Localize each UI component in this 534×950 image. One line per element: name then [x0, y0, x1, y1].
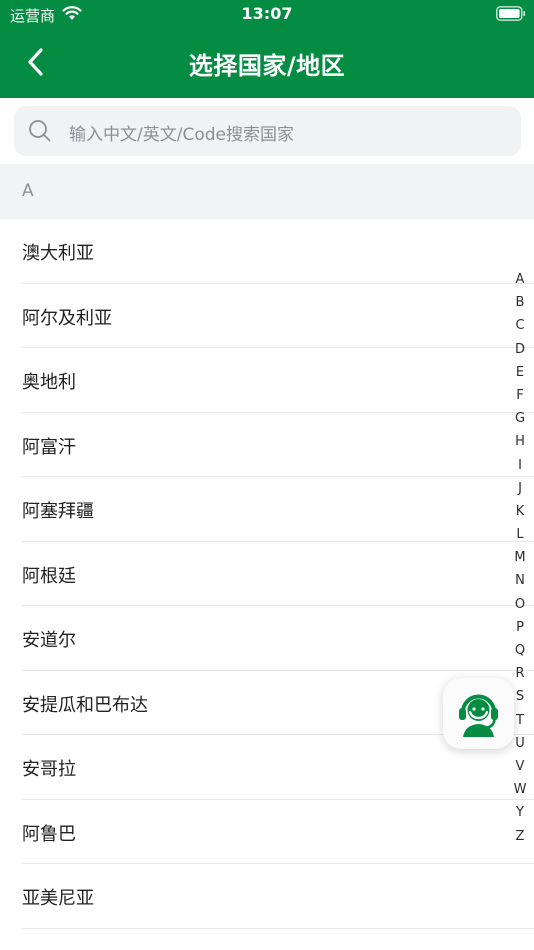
country-row[interactable]: 亚美尼亚 [0, 864, 534, 929]
index-letter[interactable]: J [509, 477, 531, 500]
index-letter[interactable]: O [509, 593, 531, 616]
country-name: 阿鲁巴 [22, 823, 76, 845]
index-letter[interactable]: V [509, 755, 531, 778]
index-letter[interactable]: C [509, 314, 531, 337]
clock: 13:07 [241, 4, 293, 23]
index-letter[interactable]: K [509, 500, 531, 523]
country-name: 亚美尼亚 [22, 888, 94, 909]
index-letter[interactable]: D [509, 338, 531, 361]
alphabet-index[interactable]: ABCDEFGHIJKLMNOPQRSTUVWYZ [509, 268, 531, 848]
section-letter: A [22, 181, 34, 201]
index-letter[interactable]: F [509, 384, 531, 407]
customer-service-icon [459, 694, 498, 737]
index-letter[interactable]: Z [509, 825, 531, 848]
country-row[interactable]: 阿根廷 [0, 542, 534, 606]
country-row[interactable]: 阿鲁巴 [0, 800, 534, 864]
search-area: 输入中文/英文/Code搜索国家 [0, 98, 534, 164]
country-name: 阿塞拜疆 [22, 501, 94, 522]
customer-service-button[interactable] [443, 678, 514, 749]
index-letter[interactable]: G [509, 407, 531, 430]
country-row[interactable]: 阿塞拜疆 [0, 477, 534, 542]
country-row[interactable]: 澳大利亚 [0, 219, 534, 284]
country-name: 阿尔及利亚 [22, 307, 112, 329]
country-list: 澳大利亚阿尔及利亚奥地利阿富汗阿塞拜疆阿根廷安道尔安提瓜和巴布达 安哥拉阿鲁巴亚美… [0, 219, 534, 929]
country-name: 安哥拉 [22, 759, 76, 780]
index-letter[interactable]: I [509, 454, 531, 477]
index-letter[interactable]: E [509, 361, 531, 384]
search-input[interactable]: 输入中文/英文/Code搜索国家 [14, 106, 521, 156]
country-name: 阿富汗 [22, 436, 76, 458]
section-header: A [0, 164, 534, 219]
index-letter[interactable]: W [509, 778, 531, 801]
country-name: 奥地利 [22, 372, 76, 393]
top-bar: 运营商 13:07 选择国家/地区 [0, 0, 534, 98]
index-letter[interactable]: Q [509, 639, 531, 662]
search-placeholder: 输入中文/英文/Code搜索国家 [69, 125, 294, 145]
index-letter[interactable]: H [509, 430, 531, 453]
country-name: 澳大利亚 [22, 243, 94, 264]
country-name: 安提瓜和巴布达 [22, 694, 148, 716]
index-letter[interactable]: B [509, 291, 531, 314]
country-name: 安道尔 [22, 630, 76, 651]
index-letter[interactable]: N [509, 569, 531, 592]
country-name: 阿根廷 [22, 565, 76, 587]
index-letter[interactable]: M [509, 546, 531, 569]
index-letter[interactable]: P [509, 616, 531, 639]
country-row[interactable]: 阿富汗 [0, 413, 534, 477]
index-letter[interactable]: Y [509, 801, 531, 824]
country-row[interactable]: 安道尔 [0, 606, 534, 671]
country-row[interactable]: 阿尔及利亚 [0, 284, 534, 348]
index-letter[interactable]: A [509, 268, 531, 291]
country-row[interactable]: 奥地利 [0, 348, 534, 413]
row-divider [22, 927, 534, 929]
status-bar: 运营商 13:07 [0, 0, 534, 28]
index-letter[interactable]: R [509, 662, 531, 685]
index-letter[interactable]: L [509, 523, 531, 546]
battery-icon [496, 6, 526, 21]
page-title: 选择国家/地区 [188, 52, 346, 80]
search-icon [29, 120, 51, 142]
